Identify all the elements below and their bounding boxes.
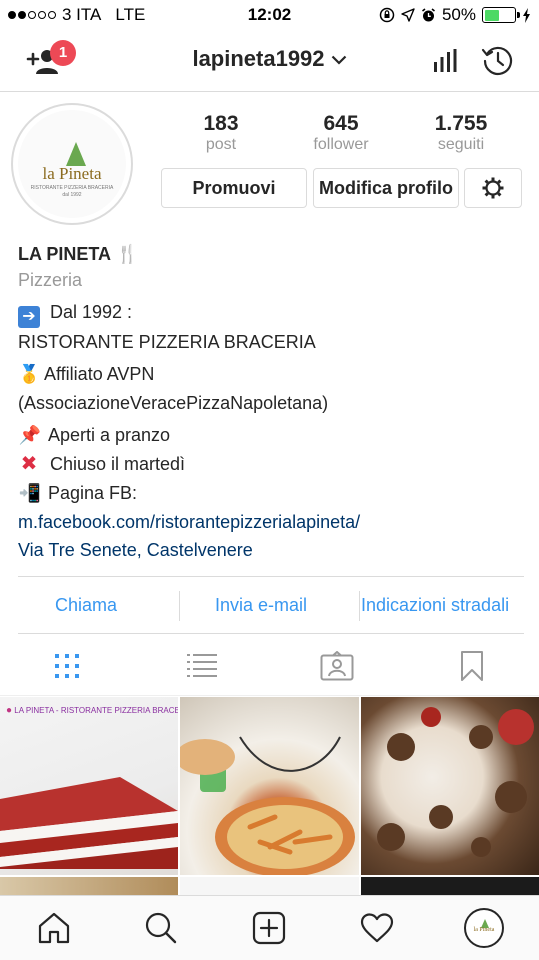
location-pin-icon: ● — [6, 705, 13, 716]
pizza-closeup-image — [377, 707, 534, 857]
right-arrow-icon: ➔ — [18, 306, 40, 328]
profile-tab-logo-text: la Pineta — [473, 927, 495, 933]
cross-mark-icon: ✖ — [20, 453, 38, 475]
status-right: 50% — [379, 5, 531, 25]
bio-text-restaurant: RISTORANTE PIZZERIA BRACERIA — [18, 332, 316, 352]
email-button[interactable]: Invia e-mail — [215, 595, 307, 616]
alarm-icon — [421, 7, 435, 21]
bio-name-line: LA PINETA 🍴 — [18, 240, 528, 269]
logo-subtitle: RISTORANTE PIZZERIA BRACERIA — [30, 185, 114, 191]
action-divider — [359, 591, 360, 621]
cake-slice-image — [0, 777, 178, 869]
home-icon[interactable] — [37, 912, 71, 944]
bio-category: Pizzeria — [18, 270, 83, 290]
stat-following-value: 1.755 — [434, 112, 488, 135]
charging-bolt-icon — [523, 7, 530, 23]
post-thumbnail[interactable] — [361, 877, 539, 895]
bio-text-fb: Pagina FB: — [48, 483, 138, 503]
avatar-logo: la Pineta RISTORANTE PIZZERIA BRACERIA d… — [18, 110, 126, 218]
saved-bookmark-icon[interactable] — [460, 650, 484, 682]
edit-profile-button[interactable]: Modifica profilo — [313, 168, 459, 208]
stat-followers-value: 645 — [323, 112, 359, 135]
logo-year: dal 1992 — [62, 192, 82, 198]
post-thumbnail[interactable] — [180, 697, 359, 875]
stat-followers-label: follower — [313, 136, 369, 153]
bio-line-since: ➔ Dal 1992 : — [18, 298, 528, 328]
post-thumbnail[interactable] — [0, 877, 178, 895]
profile-view-tabs — [0, 636, 539, 696]
bio-text-closed: Chiuso il martedì — [50, 454, 186, 474]
bio-website-link[interactable]: m.facebook.com/ristorantepizzerialapinet… — [18, 508, 528, 537]
bio-text-lunch: Aperti a pranzo — [48, 425, 171, 445]
stat-following-label: seguiti — [437, 136, 485, 153]
chevron-down-icon — [331, 55, 346, 65]
activity-heart-icon[interactable] — [360, 913, 394, 943]
archive-history-icon[interactable] — [481, 44, 515, 78]
bio-line-avpn: 🥇 Affiliato AVPN — [18, 360, 528, 389]
search-icon[interactable] — [144, 911, 178, 945]
rotation-lock-icon — [379, 7, 395, 23]
mobile-arrow-icon: 📲 — [18, 483, 42, 503]
bio-text-since: Dal 1992 : — [50, 302, 133, 322]
bio-line-closed: ✖ Chiuso il martedì — [18, 450, 528, 479]
post-thumbnail[interactable] — [361, 697, 539, 875]
bio-name: LA PINETA — [18, 244, 111, 264]
medal-icon: 🥇 — [18, 364, 41, 384]
directions-button[interactable]: Indicazioni stradali — [361, 595, 509, 616]
bio-text-avpn: Affiliato AVPN — [44, 364, 155, 384]
profile-avatar[interactable]: la Pineta RISTORANTE PIZZERIA BRACERIA d… — [11, 103, 133, 225]
contact-action-bar: Chiama Invia e-mail Indicazioni stradali — [18, 576, 524, 634]
bio-line-lunch: 📌 Aperti a pranzo — [18, 421, 528, 450]
top-navigation-bar: 1 lapineta1992 — [0, 30, 539, 92]
tagged-photos-icon[interactable] — [320, 651, 354, 681]
pizza-table-image — [180, 736, 355, 875]
settings-button[interactable] — [464, 168, 522, 208]
stat-posts-label: post — [205, 136, 237, 153]
profile-tab-avatar[interactable]: la Pineta — [464, 908, 504, 948]
promote-button[interactable]: Promuovi — [161, 168, 307, 208]
post-caption-overlay: ● LA PINETA - RISTORANTE PIZZERIA BRACER… — [6, 705, 178, 716]
stat-following[interactable]: 1.755 seguiti — [406, 112, 516, 154]
stat-posts-value: 183 — [203, 112, 239, 135]
insights-icon[interactable] — [432, 48, 458, 74]
bio-text-avpn-full: (AssociazioneVeracePizzaNapoletana) — [18, 393, 329, 413]
call-button[interactable]: Chiama — [55, 595, 117, 616]
post-thumbnail[interactable]: ● LA PINETA - RISTORANTE PIZZERIA BRACER… — [0, 697, 178, 875]
gear-icon — [482, 177, 504, 199]
profile-bio: LA PINETA 🍴 Pizzeria ➔ Dal 1992 : RISTORA… — [18, 240, 528, 565]
list-view-icon[interactable] — [187, 653, 217, 679]
fork-knife-icon: 🍴 — [116, 244, 139, 264]
username-title: lapineta1992 — [192, 46, 325, 71]
logo-text: la Pineta — [42, 164, 102, 183]
account-switcher[interactable]: lapineta1992 — [0, 46, 539, 72]
pine-tree-icon — [66, 142, 86, 166]
grid-view-icon[interactable] — [54, 653, 80, 679]
post-thumbnail[interactable] — [180, 877, 359, 895]
bottom-tab-bar: la Pineta — [0, 895, 539, 960]
status-bar: 3 ITA LTE 12:02 50% — [0, 0, 539, 30]
stat-followers[interactable]: 645 follower — [286, 112, 396, 154]
battery-icon — [482, 7, 520, 23]
battery-level — [484, 9, 499, 21]
pushpin-icon: 📌 — [18, 425, 42, 445]
location-arrow-icon — [401, 8, 415, 22]
post-caption-text: LA PINETA - RISTORANTE PIZZERIA BRACERIA — [14, 706, 178, 715]
stat-posts[interactable]: 183 post — [166, 112, 276, 154]
bio-address-link[interactable]: Via Tre Senete, Castelvenere — [18, 536, 528, 565]
bio-line-fb: 📲 Pagina FB: — [18, 479, 528, 508]
battery-percent: 50% — [441, 5, 476, 24]
action-divider — [179, 591, 180, 621]
new-post-icon[interactable] — [252, 911, 286, 945]
